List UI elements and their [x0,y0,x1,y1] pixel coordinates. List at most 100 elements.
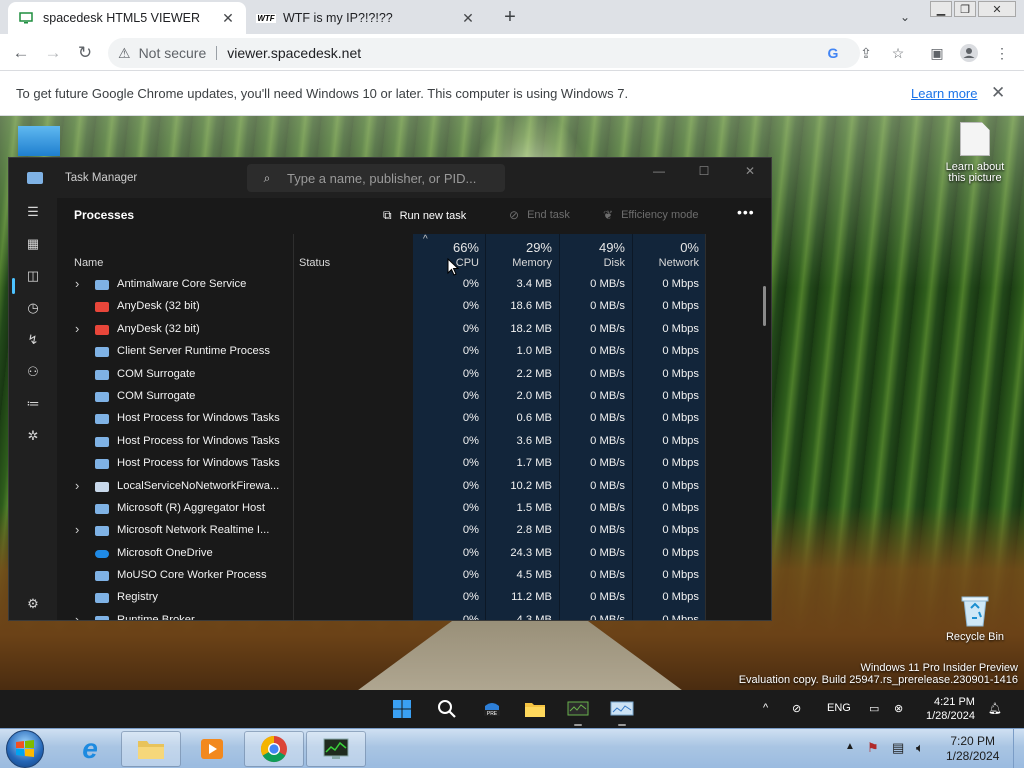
processes-icon[interactable]: ▦ [23,234,43,254]
clock-time[interactable]: 4:21 PM [934,696,975,708]
process-row[interactable]: Client Server Runtime Process 0% 1.0 MB 0 M… [57,341,771,363]
col-disk[interactable]: Disk [557,257,625,269]
minimize-icon[interactable]: ▁ [930,1,952,17]
windows-explorer-icon[interactable] [121,731,181,767]
col-status[interactable]: Status [299,257,330,269]
notifications-icon[interactable]: 🔔︎ [988,702,1002,715]
monitor-tray-icon[interactable]: ▭ [869,702,879,715]
col-network[interactable]: Network [631,257,699,269]
task-manager-icon[interactable] [566,697,590,721]
process-search-box[interactable]: ⌕ Type a name, publisher, or PID... [247,164,505,192]
expand-chevron-icon[interactable]: › [75,276,79,291]
desktop-icon-learn[interactable]: Learn about this picture [938,122,1012,184]
disk-total[interactable]: 49% [557,240,625,255]
clock-date[interactable]: 1/28/2024 [926,710,975,722]
process-row[interactable]: COM Surrogate 0% 2.2 MB 0 MB/s 0 Mbps [57,364,771,386]
end-task-button[interactable]: ⊘ End task [509,208,570,222]
bookmark-star-icon[interactable]: ☆ [887,42,909,64]
show-hidden-icons[interactable]: ^ [763,702,768,714]
col-memory[interactable]: Memory [485,257,552,269]
col-name[interactable]: Name [74,257,103,269]
process-row[interactable]: › LocalServiceNoNetworkFirewa... 0% 10.2 MB… [57,476,771,498]
expand-chevron-icon[interactable]: › [75,321,79,336]
efficiency-mode-button[interactable]: ❦ Efficiency mode [603,208,699,222]
expand-chevron-icon[interactable]: › [75,612,79,620]
close-infobar-icon[interactable]: ✕ [991,83,1005,103]
run-new-task-button[interactable]: ⧉ Run new task [383,208,466,223]
warning-icon[interactable]: ⚠ [118,45,131,62]
expand-chevron-icon[interactable]: › [75,522,79,537]
process-row[interactable]: › Microsoft Network Realtime I... 0% 2.8 MB… [57,520,771,542]
share-icon[interactable]: ⇪ [855,42,877,64]
process-row[interactable]: › AnyDesk (32 bit) 0% 18.2 MB 0 MB/s 0 Mbps [57,319,771,341]
kebab-menu-icon[interactable]: ⋮ [991,42,1013,64]
network-disconnected-icon[interactable]: ⊘ [792,702,801,715]
spacedesk-icon[interactable] [610,697,634,721]
tab-spacedesk[interactable]: spacedesk HTML5 VIEWER ✕ [8,2,246,34]
start-icon[interactable] [390,697,414,721]
process-row[interactable]: Registry 0% 11.2 MB 0 MB/s 0 Mbps [57,587,771,609]
forward-arrow-icon[interactable]: → [40,40,66,66]
network-icon[interactable]: ▤ [892,740,904,756]
back-arrow-icon[interactable]: ← [8,40,34,66]
address-bar[interactable]: ⚠ Not secure viewer.spacedesk.net [108,38,860,68]
col-cpu[interactable]: CPU [413,257,479,269]
language-indicator[interactable]: ENG [827,702,851,714]
close-window-icon[interactable]: ✕ [978,1,1016,17]
internet-explorer-icon[interactable]: e [60,731,120,767]
google-translate-icon[interactable]: G [822,42,844,64]
action-center-icon[interactable]: ⚑ [867,740,879,756]
maximize-icon[interactable]: ☐ [694,164,714,180]
url-text[interactable]: viewer.spacedesk.net [227,45,361,61]
profile-avatar-icon[interactable] [958,42,980,64]
network-total[interactable]: 0% [631,240,699,255]
users-icon[interactable]: ⚇ [23,362,43,382]
tab-wtf-ip[interactable]: WTF WTF is my IP?!?!?? ✕ [248,2,486,34]
startup-apps-icon[interactable]: ↯ [23,330,43,350]
process-row[interactable]: › Runtime Broker 0% 4.3 MB 0 MB/s 0 Mbps [57,610,771,620]
search-icon[interactable] [435,697,459,721]
process-row[interactable]: COM Surrogate 0% 2.0 MB 0 MB/s 0 Mbps [57,386,771,408]
process-row[interactable]: Microsoft OneDrive 0% 24.3 MB 0 MB/s 0 Mbps [57,543,771,565]
settings-gear-icon[interactable]: ⚙ [23,594,43,614]
minimize-icon[interactable]: — [649,164,669,180]
hamburger-menu-icon[interactable]: ☰ [23,202,43,222]
more-options-icon[interactable]: ••• [737,204,755,220]
close-icon[interactable]: ✕ [740,164,760,180]
pre-icon[interactable]: PRE [480,697,504,721]
performance-icon[interactable]: ◫ [23,266,43,286]
file-explorer-icon[interactable] [523,697,547,721]
media-player-icon[interactable] [182,731,242,767]
chrome-icon[interactable] [244,731,304,767]
volume-muted-icon[interactable]: 🔈︎ [916,740,924,756]
tab-search-icon[interactable]: ⌄ [894,6,916,28]
process-row[interactable]: Host Process for Windows Tasks 0% 0.6 MB 0 … [57,408,771,430]
start-orb-icon[interactable] [6,730,44,768]
show-desktop-button[interactable] [1013,729,1024,768]
learn-more-link[interactable]: Learn more [911,86,977,101]
details-icon[interactable]: ≔ [23,394,43,414]
process-row[interactable]: AnyDesk (32 bit) 0% 18.6 MB 0 MB/s 0 Mbps [57,296,771,318]
win7-clock[interactable]: 7:20 PM 1/28/2024 [946,734,999,764]
process-row[interactable]: Host Process for Windows Tasks 0% 3.6 MB 0 … [57,431,771,453]
scrollbar-thumb[interactable] [763,286,766,326]
close-tab-icon[interactable]: ✕ [460,10,476,26]
services-icon[interactable]: ✲ [23,426,43,446]
new-tab-button[interactable]: + [498,5,522,29]
memory-total[interactable]: 29% [485,240,552,255]
expand-chevron-icon[interactable]: › [75,478,79,493]
cpu-total[interactable]: 66% [413,240,479,255]
task-manager-icon[interactable] [306,731,366,767]
side-panel-icon[interactable]: ▣ [926,42,948,64]
restore-icon[interactable]: ❐ [954,1,976,17]
process-row[interactable]: Host Process for Windows Tasks 0% 1.7 MB 0 … [57,453,771,475]
process-row[interactable]: MoUSO Core Worker Process 0% 4.5 MB 0 MB/s 0… [57,565,771,587]
show-hidden-icons[interactable]: ▲ [845,741,855,752]
process-row[interactable]: Microsoft (R) Aggregator Host 0% 1.5 MB 0 M… [57,498,771,520]
desktop-icon-recycle-bin[interactable]: Recycle Bin [940,594,1010,643]
desktop-shortcut-icon[interactable] [18,126,60,156]
app-history-icon[interactable]: ◷ [23,298,43,318]
process-row[interactable]: › Antimalware Core Service 0% 3.4 MB 0 MB/s 0… [57,274,771,296]
reload-icon[interactable]: ↻ [72,40,98,66]
close-tab-icon[interactable]: ✕ [220,10,236,26]
